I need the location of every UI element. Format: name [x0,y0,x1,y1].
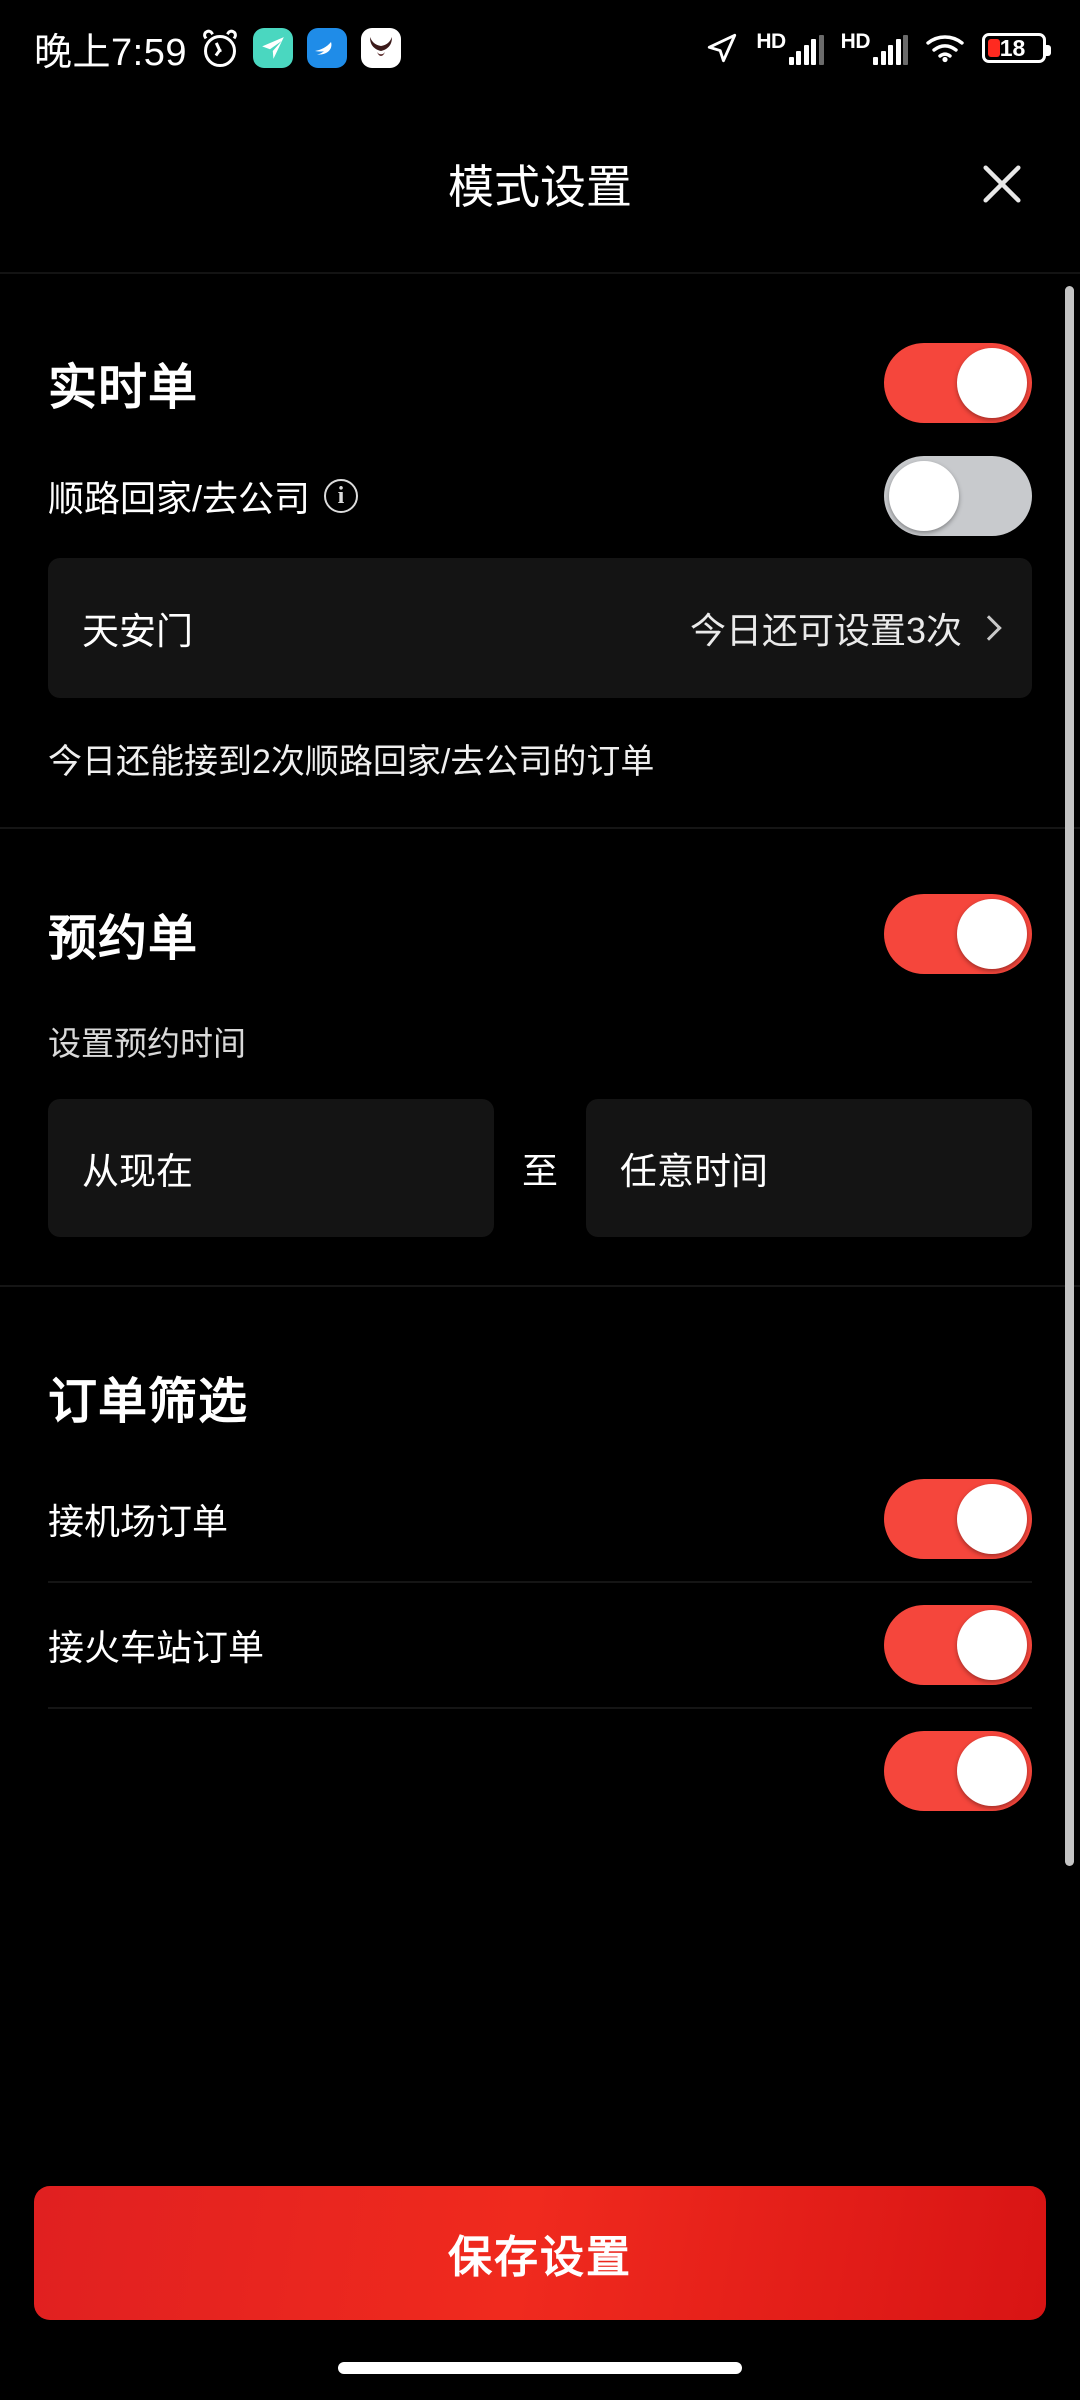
status-time: 晚上7:59 [34,31,187,74]
time-from-field[interactable]: 从现在 [48,1099,494,1237]
hd-label-2: HD [840,30,871,53]
reservation-order-section: 预约单 设置预约时间 从现在 至 任意时间 [0,829,1080,1285]
commute-hint-text: 今日还能接到2次顺路回家/去公司的订单 [48,743,655,781]
phone-screen: 晚上7:59 HD HD 18 模式设置 实时单 顺路回家/去公司 i 天安门 … [0,0,1080,2400]
settings-scroll-area[interactable]: 实时单 顺路回家/去公司 i 天安门 今日还可设置3次 今日还能接到2次顺路回家… [0,274,1080,2164]
realtime-toggle[interactable] [884,343,1032,423]
order-filter-section: 订单筛选 接机场订单 接火车站订单 [0,1287,1080,1833]
close-button[interactable] [966,148,1038,220]
chevron-right-icon [976,615,1002,641]
status-bar-left: 晚上7:59 [34,21,401,76]
location-arrow-icon [705,31,739,65]
filter-row-partial [48,1709,1032,1833]
battery-level: 18 [999,35,1026,61]
vertical-scrollbar[interactable] [1065,286,1074,1866]
filter-label-train: 接火车站订单 [48,1627,265,1668]
wifi-icon [925,33,965,63]
filter-toggle-train[interactable] [884,1605,1032,1685]
reservation-time-row: 从现在 至 任意时间 [48,1099,1033,1237]
horns-app-icon [360,28,401,68]
hd-label-1: HD [756,30,786,53]
status-bar-right: HD HD 18 [705,30,1051,65]
save-settings-button[interactable]: 保存设置 [34,2186,1046,2320]
reservation-time-label: 设置预约时间 [48,1025,246,1062]
signal-icon-1: HD [756,30,824,65]
paper-plane-app-icon [252,28,293,68]
status-bar: 晚上7:59 HD HD 18 [0,0,1080,96]
time-to-field[interactable]: 任意时间 [586,1099,1033,1237]
filter-title: 订单筛选 [48,1374,249,1429]
commute-toggle[interactable] [884,456,1032,536]
reservation-toggle[interactable] [884,894,1032,974]
home-indicator [338,2362,742,2374]
commute-row: 顺路回家/去公司 i [48,438,1032,554]
realtime-title: 实时单 [48,360,199,415]
info-icon[interactable]: i [324,479,359,513]
filter-toggle-partial[interactable] [884,1731,1032,1811]
commute-label: 顺路回家/去公司 [48,478,311,519]
close-icon [983,165,1021,203]
bottom-action-bar: 保存设置 [0,2164,1080,2400]
time-separator: 至 [522,1150,559,1191]
page-title: 模式设置 [448,161,632,213]
reservation-title: 预约单 [48,911,199,966]
realtime-order-section: 实时单 顺路回家/去公司 i 天安门 今日还可设置3次 今日还能接到2次顺路回家… [0,274,1080,827]
realtime-title-row: 实时单 [48,328,1032,438]
filter-label-airport: 接机场订单 [48,1501,229,1542]
commute-label-wrap: 顺路回家/去公司 i [48,470,359,522]
alarm-clock-icon [200,27,239,67]
location-remaining-count: 今日还可设置3次 [689,610,962,651]
location-card-right: 今日还可设置3次 [689,602,1002,654]
reservation-title-row: 预约单 [48,879,1032,989]
filter-toggle-airport[interactable] [884,1479,1032,1559]
location-name: 天安门 [82,611,193,652]
wing-app-icon [306,28,347,68]
filter-row-train: 接火车站订单 [48,1583,1032,1707]
filter-row-airport: 接机场订单 [48,1457,1032,1581]
battery-icon: 18 [982,33,1051,63]
location-card[interactable]: 天安门 今日还可设置3次 [48,558,1032,698]
page-header: 模式设置 [0,96,1080,272]
signal-icon-2: HD [841,31,908,65]
filter-title-row: 订单筛选 [48,1337,1032,1457]
